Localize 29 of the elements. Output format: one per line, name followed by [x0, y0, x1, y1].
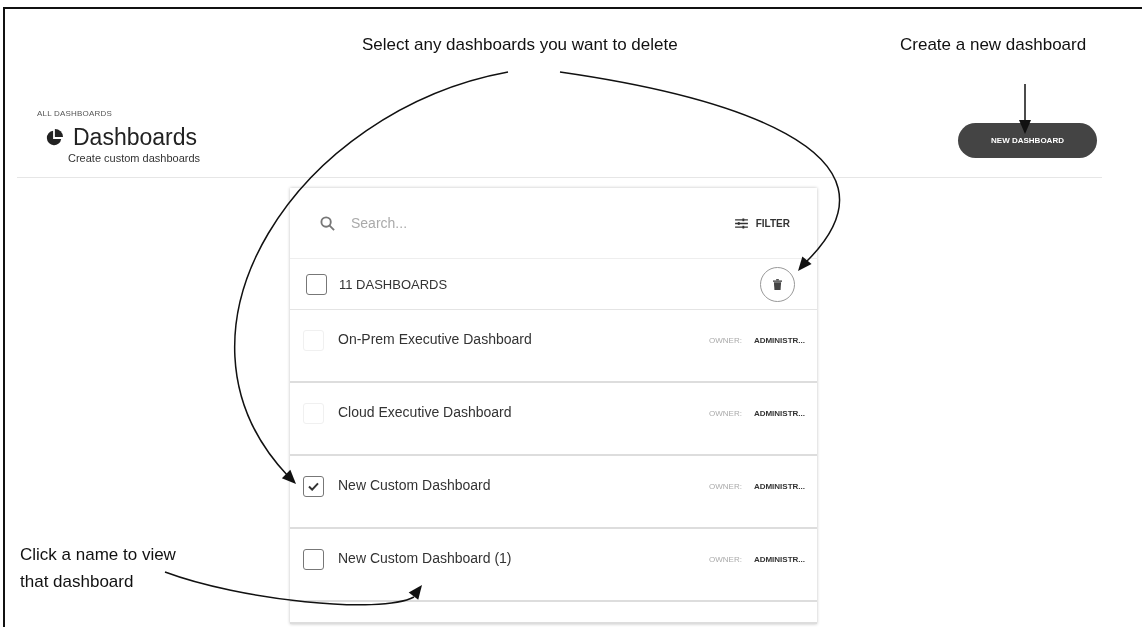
callout-text: Create a new dashboard — [900, 35, 1087, 55]
filter-button[interactable]: FILTER — [734, 217, 790, 229]
trash-icon — [773, 278, 782, 290]
select-all-checkbox[interactable] — [306, 273, 327, 295]
owner-label: OWNER: — [709, 336, 742, 345]
owner-label: OWNER: — [709, 409, 742, 418]
dashboard-name-link[interactable]: New Custom Dashboard — [338, 477, 709, 493]
sliders-icon — [734, 217, 748, 229]
breadcrumb-link[interactable]: ALL DASHBOARDS — [37, 109, 112, 118]
owner-label: OWNER: — [709, 555, 742, 564]
row-checkbox[interactable] — [303, 476, 324, 497]
callout-text: Select any dashboards you want to delete — [362, 35, 678, 55]
dashboard-name-link[interactable]: New Custom Dashboard (1) — [338, 550, 709, 566]
page-title: Dashboards — [73, 124, 198, 151]
row-checkbox[interactable] — [303, 549, 324, 570]
page-subtitle: Create custom dashboards — [68, 152, 201, 164]
pie-chart-icon — [45, 128, 63, 147]
owner-name: ADMINISTR... — [753, 409, 805, 418]
owner-name: ADMINISTR... — [753, 555, 805, 564]
delete-button[interactable] — [760, 266, 795, 302]
callout-arrow — [1019, 83, 1031, 134]
callout-text: Click a name to view that dashboard — [20, 544, 177, 593]
owner-name: ADMINISTR... — [753, 336, 805, 345]
owner-label: OWNER: — [709, 482, 742, 491]
checkmark-icon — [308, 482, 319, 491]
new-dashboard-button[interactable]: NEW DASHBOARD — [958, 123, 1097, 158]
search-icon — [320, 215, 335, 231]
dashboard-count: 11 DASHBOARDS — [339, 276, 449, 292]
owner-name: ADMINISTR... — [753, 482, 805, 491]
